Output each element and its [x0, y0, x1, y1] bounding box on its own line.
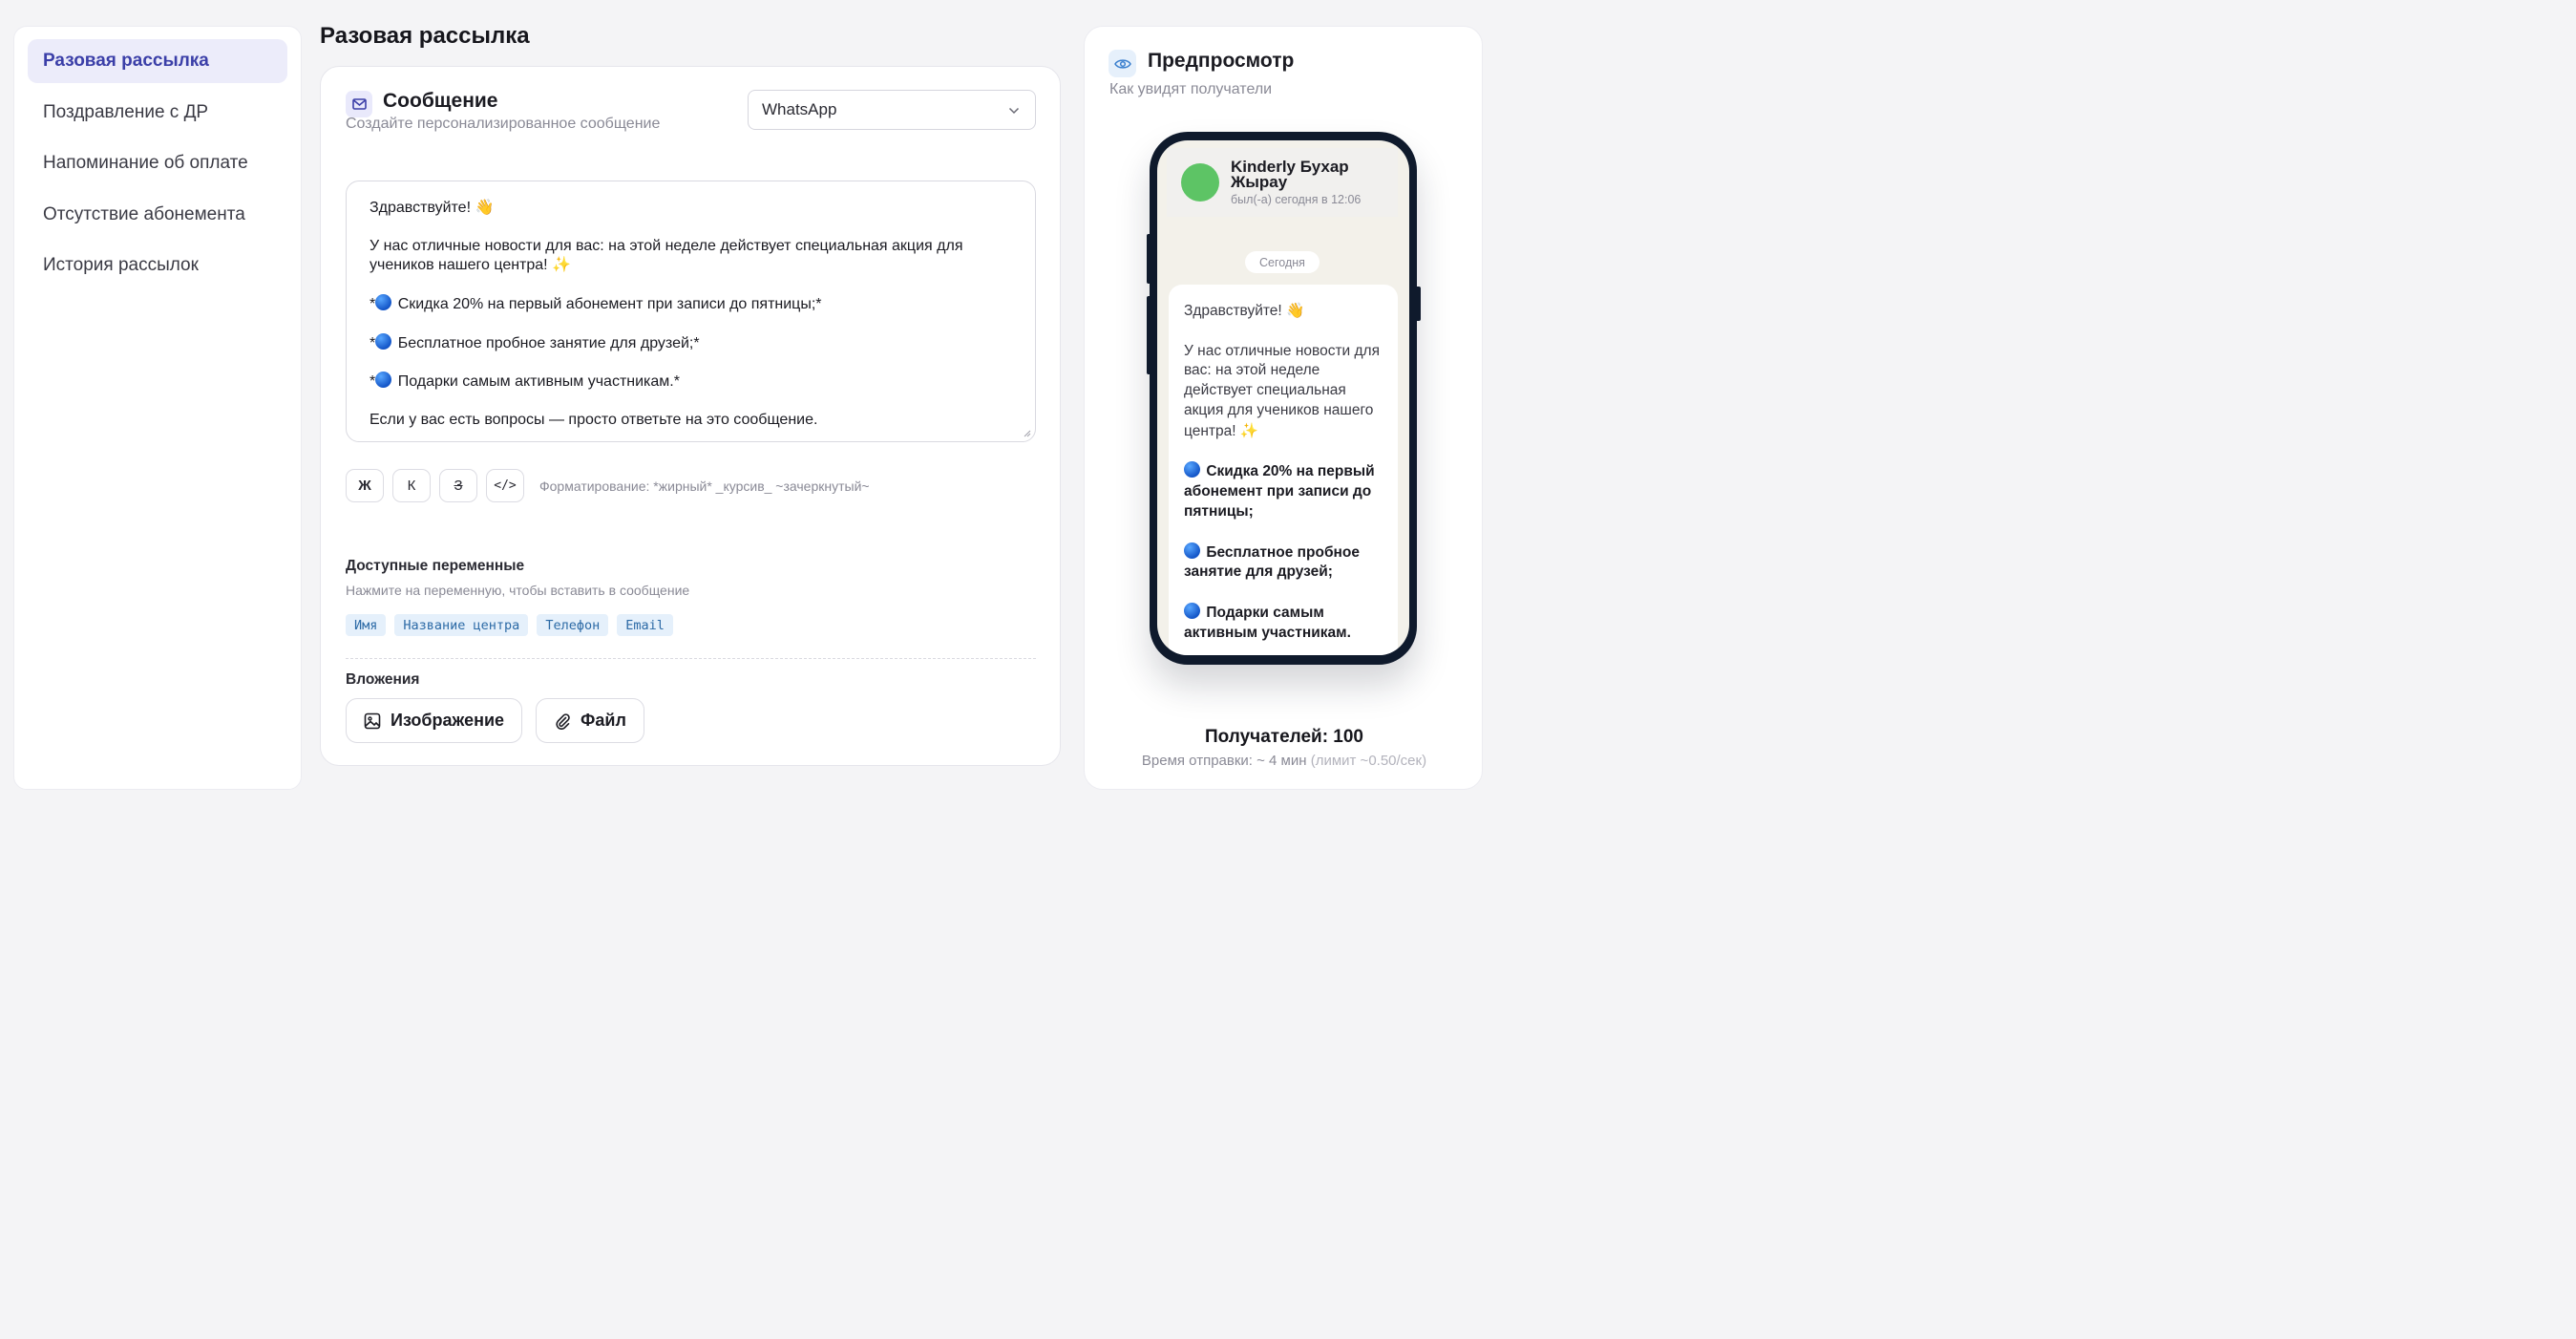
- channel-select-value: WhatsApp: [762, 100, 837, 118]
- blue-circle-icon: [375, 332, 392, 350]
- sidebar-item-one-time-mailing[interactable]: Разовая рассылка: [28, 39, 287, 83]
- sidebar-item-mailing-history[interactable]: История рассылок: [28, 244, 287, 287]
- message-card: Сообщение Создайте персонализированное с…: [320, 66, 1061, 766]
- variable-chip-phone[interactable]: Телефон: [537, 614, 609, 636]
- editor-outro: Если у вас есть вопросы — просто ответьт…: [370, 411, 818, 428]
- editor-item-3: Подарки самым активным участникам.*: [397, 373, 680, 391]
- variable-chips: Имя Название центра Телефон Email: [346, 614, 682, 636]
- send-time: Время отправки: ~ 4 мин (лимит ~0.50/сек…: [1085, 753, 1484, 769]
- blue-circle-icon: [375, 372, 392, 389]
- sparkles-icon: ✨: [552, 255, 571, 274]
- envelope-icon: [346, 91, 372, 117]
- code-button[interactable]: </>: [486, 469, 524, 502]
- blue-circle-icon: [375, 293, 392, 310]
- bubble-item-3: Подарки самым активным участникам.: [1184, 604, 1351, 641]
- paperclip-icon: [556, 712, 570, 730]
- variable-chip-name[interactable]: Имя: [346, 614, 387, 636]
- date-pill: Сегодня: [1245, 251, 1320, 273]
- variable-chip-email[interactable]: Email: [617, 614, 673, 636]
- attach-file-button[interactable]: Файл: [536, 698, 644, 743]
- contact-name: Kinderly Бухар Жырау: [1231, 157, 1349, 191]
- editor-item-2: Бесплатное пробное занятие для друзей;*: [397, 334, 700, 351]
- avatar: [1181, 163, 1219, 202]
- sidebar-item-birthday-greeting[interactable]: Поздравление с ДР: [28, 91, 287, 135]
- bold-button[interactable]: Ж: [346, 469, 384, 502]
- waving-hand-icon: 👋: [1286, 302, 1305, 319]
- divider: [346, 658, 1036, 659]
- waving-hand-icon: 👋: [475, 198, 495, 216]
- blue-circle-icon: [1184, 542, 1200, 559]
- editor-intro: У нас отличные новости для вас: на этой …: [370, 237, 963, 274]
- channel-select[interactable]: WhatsApp: [748, 90, 1036, 130]
- sidebar-item-payment-reminder[interactable]: Напоминание об оплате: [28, 141, 287, 185]
- preview-title: Предпросмотр: [1148, 50, 1295, 72]
- strikethrough-button[interactable]: З: [439, 469, 477, 502]
- image-icon: [364, 712, 381, 729]
- sparkles-icon: ✨: [1239, 421, 1259, 439]
- attach-image-button[interactable]: Изображение: [346, 698, 523, 743]
- bubble-greeting: Здравствуйте!: [1184, 303, 1282, 319]
- format-toolbar: Ж К З </> Форматирование: *жирный* _курс…: [346, 469, 870, 502]
- blue-circle-icon: [1184, 602, 1200, 619]
- phone-volume-down: [1147, 296, 1152, 374]
- bubble-intro: У нас отличные новости для вас: на этой …: [1184, 342, 1380, 439]
- phone-volume-up: [1147, 234, 1152, 284]
- send-rate-limit: (лимит ~0.50/сек): [1310, 753, 1427, 769]
- italic-button[interactable]: К: [392, 469, 431, 502]
- chevron-down-icon: [1008, 100, 1020, 119]
- send-time-value: Время отправки: ~ 4 мин: [1141, 753, 1307, 769]
- eye-icon: [1109, 50, 1136, 77]
- page-title: Разовая рассылка: [320, 23, 530, 49]
- preview-card: Предпросмотр Как увидят получатели Kinde…: [1084, 26, 1483, 790]
- bubble-item-1: Скидка 20% на первый абонемент при запис…: [1184, 463, 1375, 520]
- recipients-count: Получателей: 100: [1204, 727, 1364, 747]
- contact-status: был(-а) сегодня в 12:06: [1231, 192, 1362, 206]
- variable-chip-center-name[interactable]: Название центра: [394, 614, 529, 636]
- message-textarea[interactable]: Здравствуйте! 👋 У нас отличные новости д…: [346, 181, 1036, 442]
- phone-mockup: Kinderly Бухар Жырау был(-а) сегодня в 1…: [1147, 132, 1421, 665]
- chat-header: Kinderly Бухар Жырау был(-а) сегодня в 1…: [1167, 148, 1398, 217]
- preview-subtitle: Как увидят получатели: [1109, 81, 1273, 97]
- format-hint: Форматирование: *жирный* _курсив_ ~зачер…: [539, 478, 870, 494]
- attach-image-label: Изображение: [391, 711, 505, 730]
- resize-handle-icon[interactable]: [1022, 428, 1031, 437]
- phone-power-button: [1415, 287, 1421, 321]
- blue-circle-icon: [1184, 461, 1200, 478]
- bubble-item-2: Бесплатное пробное занятие для друзей;: [1184, 543, 1360, 581]
- message-subtitle: Создайте персонализированное сообщение: [346, 116, 661, 132]
- editor-greeting: Здравствуйте!: [370, 200, 472, 216]
- attachments-title: Вложения: [346, 671, 420, 688]
- editor-item-1: Скидка 20% на первый абонемент при запис…: [397, 295, 822, 312]
- attach-file-label: Файл: [581, 711, 626, 730]
- variables-subtitle: Нажмите на переменную, чтобы вставить в …: [346, 583, 690, 598]
- phone-screen: Kinderly Бухар Жырау был(-а) сегодня в 1…: [1157, 140, 1409, 655]
- sidebar-item-no-subscription[interactable]: Отсутствие абонемента: [28, 193, 287, 237]
- message-bubble: Здравствуйте! 👋 У нас отличные новости д…: [1169, 285, 1398, 655]
- message-title: Сообщение: [383, 90, 498, 112]
- sidebar: Разовая рассылка Поздравление с ДР Напом…: [13, 26, 302, 790]
- variables-title: Доступные переменные: [346, 558, 525, 574]
